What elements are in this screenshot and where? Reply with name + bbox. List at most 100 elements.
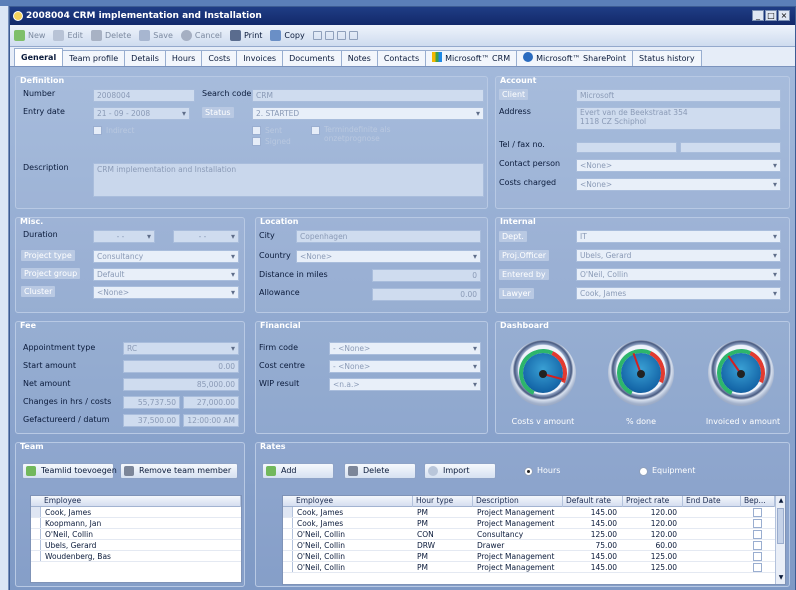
- delete-button[interactable]: Delete: [90, 30, 131, 41]
- table-row[interactable]: O'Neil, Collin CON Consultancy 125.00 120.00: [283, 529, 785, 540]
- project-group-select[interactable]: Default: [93, 268, 239, 281]
- tab-general[interactable]: General: [14, 48, 64, 66]
- remove-team-member-button[interactable]: Remove team member: [120, 463, 238, 479]
- tab-invoices[interactable]: Invoices: [236, 50, 284, 66]
- project-type-select[interactable]: Consultancy: [93, 250, 239, 263]
- duration-start-picker[interactable]: - -: [93, 230, 155, 243]
- column-header-project-rate[interactable]: Project rate: [623, 496, 683, 507]
- import-rates-button[interactable]: Import: [424, 463, 496, 479]
- tab-costs[interactable]: Costs: [201, 50, 238, 66]
- column-header-default-rate[interactable]: Default rate: [563, 496, 623, 507]
- tel-field[interactable]: [576, 142, 677, 153]
- table-row[interactable]: Cook, James PM Project Management 145.00 120…: [283, 507, 785, 518]
- column-header-description[interactable]: Description: [473, 496, 563, 507]
- sent-checkbox[interactable]: [252, 126, 261, 135]
- firm-code-select[interactable]: - <None>: [329, 342, 481, 355]
- allowance-field[interactable]: 0.00: [372, 288, 481, 301]
- column-header-hour-type[interactable]: Hour type: [413, 496, 473, 507]
- signed-checkbox[interactable]: [252, 137, 261, 146]
- distance-field[interactable]: 0: [372, 269, 481, 282]
- wip-result-select[interactable]: <n.a.>: [329, 378, 481, 391]
- net-amount-field[interactable]: 85,000.00: [123, 378, 239, 391]
- save-button[interactable]: Save: [139, 30, 173, 41]
- dept-select[interactable]: IT: [576, 230, 781, 243]
- cost-centre-select[interactable]: - <None>: [329, 360, 481, 373]
- last-record-icon[interactable]: [348, 31, 358, 40]
- add-rate-button[interactable]: Add: [262, 463, 334, 479]
- costs-charged-select[interactable]: <None>: [576, 178, 781, 191]
- lawyer-select[interactable]: Cook, James: [576, 287, 781, 300]
- bep-checkbox[interactable]: [753, 541, 762, 550]
- table-row[interactable]: O'Neil, Collin PM Project Management 145.00…: [283, 551, 785, 562]
- table-row[interactable]: Cook, James: [31, 507, 241, 518]
- search-code-field[interactable]: CRM: [252, 89, 484, 102]
- fax-field[interactable]: [680, 142, 781, 153]
- tab-notes[interactable]: Notes: [340, 50, 378, 66]
- address-field[interactable]: Evert van de Beekstraat 354 1118 CZ Schi…: [576, 107, 781, 130]
- tab-hours[interactable]: Hours: [164, 50, 203, 66]
- entry-date-picker[interactable]: 21 - 09 - 2008: [93, 107, 190, 120]
- indefinite-checkbox[interactable]: [311, 126, 320, 135]
- edit-button[interactable]: Edit: [53, 30, 83, 41]
- invoiced-amount-field[interactable]: 37,500.00: [123, 414, 180, 427]
- table-row[interactable]: O'Neil, Collin: [31, 529, 241, 540]
- table-row[interactable]: Woudenberg, Bas: [31, 551, 241, 562]
- appointment-type-select[interactable]: RC: [123, 342, 239, 355]
- number-field[interactable]: 2008004: [93, 89, 195, 102]
- tab-contacts[interactable]: Contacts: [376, 50, 427, 66]
- column-header-end-date[interactable]: End Date: [683, 496, 741, 507]
- status-select[interactable]: 2. STARTED: [252, 107, 484, 120]
- invoiced-date-field[interactable]: 12:00:00 AM: [183, 414, 239, 427]
- tab-microsoft-sharepoint[interactable]: Microsoft™ SharePoint: [516, 50, 634, 66]
- city-field[interactable]: Copenhagen: [296, 230, 481, 243]
- indirect-checkbox[interactable]: [93, 126, 102, 135]
- duration-end-picker[interactable]: - -: [173, 230, 239, 243]
- minimize-button[interactable]: _: [752, 10, 764, 21]
- bep-checkbox[interactable]: [753, 519, 762, 528]
- scroll-thumb[interactable]: [777, 508, 784, 544]
- bep-checkbox[interactable]: [753, 508, 762, 517]
- tab-microsoft-crm[interactable]: Microsoft™ CRM: [425, 50, 518, 66]
- next-record-icon[interactable]: [336, 31, 346, 40]
- start-amount-field[interactable]: 0.00: [123, 360, 239, 373]
- table-row[interactable]: O'Neil, Collin DRW Drawer 75.00 60.00: [283, 540, 785, 551]
- table-row[interactable]: Cook, James PM Project Management 145.00 120…: [283, 518, 785, 529]
- column-header-employee[interactable]: Employee: [293, 496, 413, 507]
- proj-officer-select[interactable]: Ubels, Gerard: [576, 249, 781, 262]
- first-record-icon[interactable]: [312, 31, 322, 40]
- maximize-button[interactable]: □: [765, 10, 777, 21]
- tab-documents[interactable]: Documents: [282, 50, 342, 66]
- tab-details[interactable]: Details: [124, 50, 166, 66]
- scroll-up-icon[interactable]: ▲: [777, 497, 785, 505]
- contact-person-select[interactable]: <None>: [576, 159, 781, 172]
- column-header-bep[interactable]: Bep...: [741, 496, 775, 507]
- bep-checkbox[interactable]: [753, 530, 762, 539]
- cancel-button[interactable]: Cancel: [180, 30, 222, 41]
- equipment-radio[interactable]: [639, 467, 648, 476]
- bep-checkbox[interactable]: [753, 552, 762, 561]
- delete-rate-button[interactable]: Delete: [344, 463, 416, 479]
- tab-team-profile[interactable]: Team profile: [62, 50, 126, 66]
- new-button[interactable]: New: [14, 30, 45, 41]
- copy-button[interactable]: Copy: [270, 30, 305, 41]
- client-field[interactable]: Microsoft: [576, 89, 781, 102]
- rates-scrollbar[interactable]: ▲ ▼: [775, 496, 785, 584]
- changes-hours-field[interactable]: 55,737.50: [123, 396, 180, 409]
- column-header-employee[interactable]: Employee: [41, 496, 241, 507]
- country-select[interactable]: <None>: [296, 250, 481, 263]
- close-button[interactable]: ×: [778, 10, 790, 21]
- table-row[interactable]: O'Neil, Collin PM Project Management 145.00…: [283, 562, 785, 573]
- previous-record-icon[interactable]: [324, 31, 334, 40]
- entered-by-select[interactable]: O'Neil, Collin: [576, 268, 781, 281]
- scroll-down-icon[interactable]: ▼: [777, 574, 785, 582]
- description-field[interactable]: CRM implementation and Installation: [93, 163, 484, 197]
- table-row[interactable]: Ubels, Gerard: [31, 540, 241, 551]
- table-row[interactable]: Koopmann, Jan: [31, 518, 241, 529]
- tab-status-history[interactable]: Status history: [632, 50, 702, 66]
- changes-costs-field[interactable]: 27,000.00: [183, 396, 239, 409]
- add-team-member-button[interactable]: Teamlid toevoegen: [22, 463, 117, 479]
- print-button[interactable]: Print: [230, 30, 262, 41]
- bep-checkbox[interactable]: [753, 563, 762, 572]
- hours-radio[interactable]: [524, 467, 533, 476]
- cluster-select[interactable]: <None>: [93, 286, 239, 299]
